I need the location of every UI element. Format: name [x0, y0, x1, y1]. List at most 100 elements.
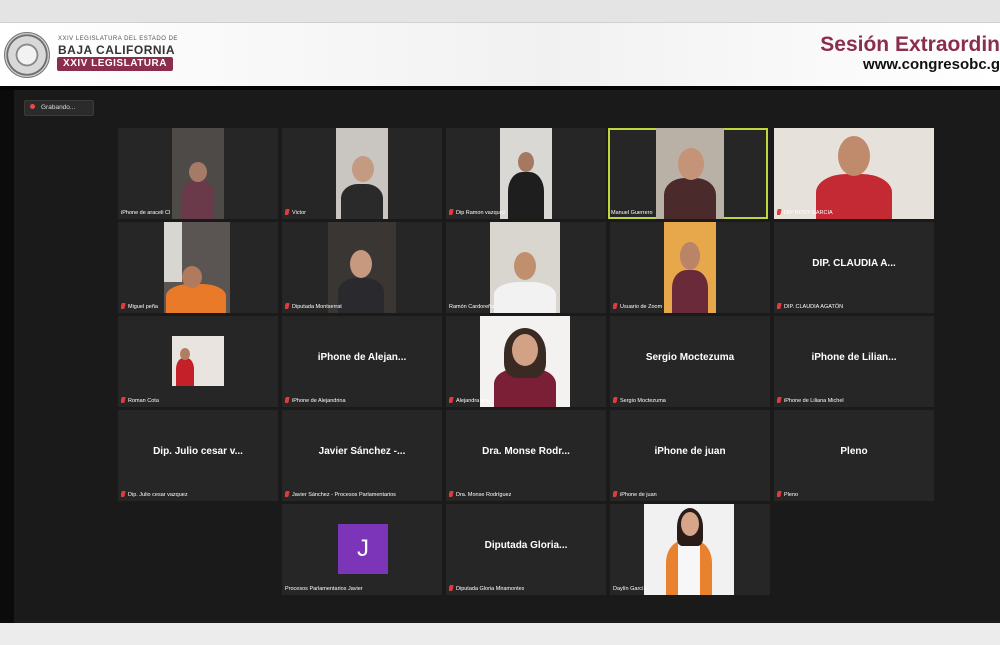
participant-tile[interactable]: iPhone de araceli Cl: [118, 128, 278, 219]
participant-tile[interactable]: DIP. CLAUDIA A... DIP. CLAUDIA AGATÓN: [774, 222, 934, 313]
person-head: [838, 136, 870, 176]
participant-display-name: Javier Sánchez -...: [318, 446, 406, 457]
person-shirt: [678, 544, 700, 595]
participant-label: DIP ROSY GARCIA: [777, 209, 833, 217]
participant-label: Diputada Montserrat: [285, 303, 342, 311]
session-title: Sesión Extraordin: [820, 33, 1000, 56]
participant-display-name: Pleno: [840, 446, 868, 457]
logo-caption: XXIV LEGISLATURA DEL ESTADO DE: [58, 36, 178, 42]
muted-mic-icon: [121, 397, 126, 403]
participant-label: Victor: [285, 209, 306, 217]
person-head: [182, 266, 202, 288]
participant-label: Roman Cota: [121, 397, 159, 405]
participant-tile[interactable]: Pleno Pleno: [774, 410, 934, 501]
person-head: [352, 156, 374, 182]
participant-label: Miguel peña: [121, 303, 158, 311]
muted-mic-icon: [449, 209, 454, 215]
participant-label: Pleno: [777, 491, 798, 499]
participant-display-name: iPhone de Lilian...: [811, 352, 897, 363]
person-head: [514, 252, 536, 280]
participant-tile[interactable]: DIP ROSY GARCIA: [774, 128, 934, 219]
muted-mic-icon: [777, 209, 782, 215]
participant-video: [172, 336, 224, 386]
person-head: [680, 242, 700, 270]
person-head: [180, 348, 190, 360]
person-body: [338, 278, 384, 313]
person-head: [681, 512, 699, 536]
muted-mic-icon: [121, 491, 126, 497]
participant-video: [500, 128, 552, 219]
person-head: [678, 148, 704, 180]
participant-display-name: DIP. CLAUDIA A...: [812, 258, 896, 269]
participant-tile[interactable]: iPhone de Alejan... iPhone de Alejandrin…: [282, 316, 442, 407]
participant-tile[interactable]: Usuario de Zoom: [610, 222, 770, 313]
session-url: www.congresobc.g: [863, 56, 1000, 73]
participant-tile[interactable]: Diputada Montserrat: [282, 222, 442, 313]
participant-tile[interactable]: Miguel peña: [118, 222, 278, 313]
participant-label: Procesos Parlamentarios Javier: [285, 586, 363, 592]
participant-label: Javier Sánchez - Procesos Parlamentarios: [285, 491, 396, 499]
person-body: [664, 178, 716, 219]
zoom-gallery-view: Grabando... iPhone de araceli Cl Victor …: [0, 86, 1000, 627]
muted-mic-icon: [777, 303, 782, 309]
muted-mic-icon: [777, 397, 782, 403]
participant-display-name: Diputada Gloria...: [484, 540, 568, 551]
participant-tile[interactable]: Victor: [282, 128, 442, 219]
participant-video: [164, 222, 230, 313]
muted-mic-icon: [285, 491, 290, 497]
logo-legislature: XXIV LEGISLATURA: [57, 57, 173, 71]
participant-video: [328, 222, 396, 313]
participant-label: Diputada Gloria Miramontes: [449, 585, 524, 593]
broadcast-header: XXIV LEGISLATURA DEL ESTADO DE BAJA CALI…: [0, 22, 1000, 87]
participant-label: iPhone de Liliana Michel: [777, 397, 844, 405]
person-head: [512, 334, 538, 366]
muted-mic-icon: [449, 397, 454, 403]
window-light: [164, 222, 182, 282]
participant-video: [644, 504, 734, 595]
top-strip: [0, 0, 1000, 22]
participant-display-name: iPhone de juan: [654, 446, 726, 457]
muted-mic-icon: [285, 209, 290, 215]
participant-tile[interactable]: Ramón Cardoreña: [446, 222, 606, 313]
participant-tile[interactable]: J Procesos Parlamentarios Javier: [282, 504, 442, 595]
participant-tile[interactable]: Roman Cota: [118, 316, 278, 407]
person-body: [341, 184, 383, 219]
logo-state: BAJA CALIFORNIA: [58, 43, 176, 57]
person-head: [189, 162, 207, 182]
participant-video: [656, 128, 724, 219]
person-head: [350, 250, 372, 278]
participant-label: Daylín García: [613, 586, 647, 592]
participant-tile[interactable]: Javier Sánchez -... Javier Sánchez - Pro…: [282, 410, 442, 501]
participant-tile[interactable]: Alejandra ang: [446, 316, 606, 407]
participant-tile[interactable]: Dip Ramon vazquez: [446, 128, 606, 219]
record-icon: [30, 104, 35, 109]
person-head: [518, 152, 534, 172]
participant-tile[interactable]: Dip. Julio cesar v... Dip. Julio cesar v…: [118, 410, 278, 501]
person-body: [508, 172, 544, 219]
person-body: [672, 270, 708, 313]
participant-tile[interactable]: Dra. Monse Rodr... Dra. Monse Rodríguez: [446, 410, 606, 501]
participant-tile[interactable]: iPhone de Lilian... iPhone de Liliana Mi…: [774, 316, 934, 407]
participant-label: Dip Ramon vazquez: [449, 209, 506, 217]
participant-video: [774, 128, 934, 219]
muted-mic-icon: [613, 491, 618, 497]
participant-label: Manuel Guerrero: [611, 210, 653, 216]
participant-avatar: J: [338, 524, 388, 574]
participant-video: [490, 222, 560, 313]
recording-indicator[interactable]: Grabando...: [24, 100, 94, 116]
person-body: [176, 358, 194, 386]
muted-mic-icon: [613, 303, 618, 309]
recording-label: Grabando...: [41, 104, 76, 111]
muted-mic-icon: [285, 303, 290, 309]
participant-tile[interactable]: Daylín García: [610, 504, 770, 595]
participant-tile[interactable]: Sergio Moctezuma Sergio Moctezuma: [610, 316, 770, 407]
participant-label: Dra. Monse Rodríguez: [449, 491, 511, 499]
participant-label: DIP. CLAUDIA AGATÓN: [777, 303, 843, 311]
participant-tile-active-speaker[interactable]: Manuel Guerrero: [608, 128, 768, 219]
muted-mic-icon: [777, 491, 782, 497]
participant-tile[interactable]: iPhone de juan iPhone de juan: [610, 410, 770, 501]
participant-tile[interactable]: Diputada Gloria... Diputada Gloria Miram…: [446, 504, 606, 595]
participant-label: iPhone de Alejandrina: [285, 397, 346, 405]
participant-display-name: Dip. Julio cesar v...: [153, 446, 243, 457]
participant-label: Ramón Cardoreña: [449, 304, 495, 310]
